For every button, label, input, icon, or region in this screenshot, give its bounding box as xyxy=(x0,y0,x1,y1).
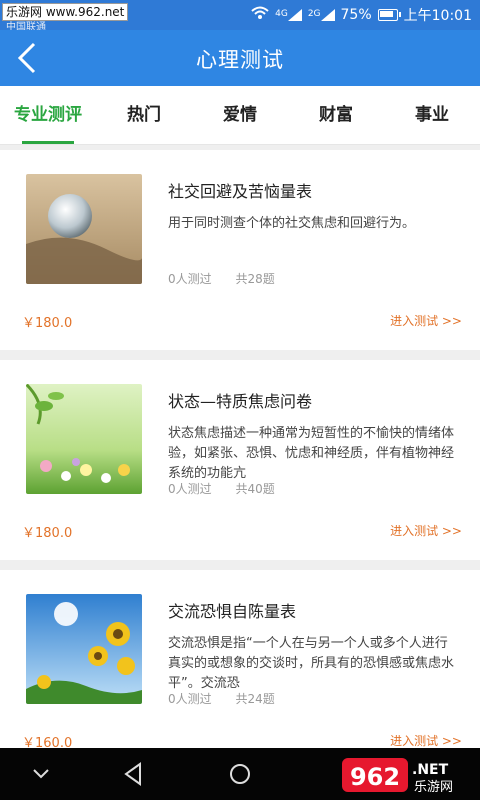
category-tabs: 专业测评 热门 爱情 财富 事业 xyxy=(0,86,480,145)
test-card[interactable]: 交流恐惧自陈量表 交流恐惧是指“一个人在与另一个人或多个人进行真实的或想象的交谈… xyxy=(0,570,480,748)
network-type-2g: 2G xyxy=(307,9,321,19)
enter-test-link[interactable]: 进入测试 >> xyxy=(390,312,462,329)
nav-home-button[interactable] xyxy=(225,760,255,788)
test-price: ￥180.0 xyxy=(22,316,73,331)
signal-2g-icon: 2G xyxy=(308,9,335,21)
signal-4g-icon: 4G xyxy=(275,9,302,21)
test-count: 0人测过 xyxy=(168,692,212,706)
crystal-ball-image xyxy=(26,174,142,284)
wifi-icon xyxy=(251,6,269,24)
sunflowers-image xyxy=(26,594,142,704)
tab-professional[interactable]: 专业测评 xyxy=(0,86,96,144)
test-title: 交流恐惧自陈量表 xyxy=(168,602,297,621)
test-card[interactable]: 社交回避及苦恼量表 用于同时测查个体的社交焦虑和回避行为。 0人测过 共28题 … xyxy=(0,150,480,350)
enter-test-link[interactable]: 进入测试 >> xyxy=(390,732,462,748)
test-title: 社交回避及苦恼量表 xyxy=(168,182,313,201)
test-meta: 0人测过 共40题 xyxy=(168,480,295,497)
question-count: 共40题 xyxy=(235,482,275,496)
test-card[interactable]: 状态—特质焦虑问卷 状态焦虑描述一种通常为短暂性的不愉快的情绪体验，如紧张、恐惧… xyxy=(0,360,480,560)
tab-wealth[interactable]: 财富 xyxy=(288,86,384,144)
test-count: 0人测过 xyxy=(168,272,212,286)
logo-subtitle: 乐游网 xyxy=(414,780,453,795)
triangle-back-icon xyxy=(118,762,148,792)
clock: 上午10:01 xyxy=(403,8,472,24)
nav-collapse-button[interactable] xyxy=(26,760,56,788)
status-bar: 乐游网 www.962.net 中国联通 4G 2G 75% 上午10:01 xyxy=(0,0,480,33)
test-list: 社交回避及苦恼量表 用于同时测查个体的社交焦虑和回避行为。 0人测过 共28题 … xyxy=(0,150,480,748)
watermark-logo: 962 .NET 乐游网 xyxy=(342,754,472,796)
app-bar: 心理测试 xyxy=(0,30,480,86)
nav-back-button[interactable] xyxy=(118,760,148,788)
test-description: 用于同时测查个体的社交焦虑和回避行为。 xyxy=(168,216,416,231)
circle-home-icon xyxy=(225,764,255,792)
test-description: 交流恐惧是指“一个人在与另一个人或多个人进行真实的或想象的交谈时，所具有的恐惧感… xyxy=(168,636,455,691)
test-title: 状态—特质焦虑问卷 xyxy=(168,392,313,411)
test-meta: 0人测过 共28题 xyxy=(168,270,295,287)
test-meta: 0人测过 共24题 xyxy=(168,690,295,707)
tab-career[interactable]: 事业 xyxy=(384,86,480,144)
test-price: ￥160.0 xyxy=(22,736,73,748)
network-type-4g: 4G xyxy=(275,9,288,19)
battery-percent: 75% xyxy=(340,7,372,23)
chevron-down-icon xyxy=(26,769,56,792)
tab-hot[interactable]: 热门 xyxy=(96,86,192,144)
test-price: ￥180.0 xyxy=(22,526,73,541)
system-nav-bar: 962 .NET 乐游网 xyxy=(0,748,480,800)
test-description: 状态焦虑描述一种通常为短暂性的不愉快的情绪体验，如紧张、恐惧、忧虑和神经质，伴有… xyxy=(168,426,455,481)
tab-love[interactable]: 爱情 xyxy=(192,86,288,144)
logo-brand: 962 xyxy=(350,763,400,791)
question-count: 共28题 xyxy=(235,272,275,286)
logo-suffix: .NET xyxy=(412,762,449,778)
flowers-image xyxy=(26,384,142,494)
battery-icon xyxy=(377,9,401,21)
page-title: 心理测试 xyxy=(196,48,284,72)
question-count: 共24题 xyxy=(235,692,275,706)
enter-test-link[interactable]: 进入测试 >> xyxy=(390,522,462,539)
test-count: 0人测过 xyxy=(168,482,212,496)
